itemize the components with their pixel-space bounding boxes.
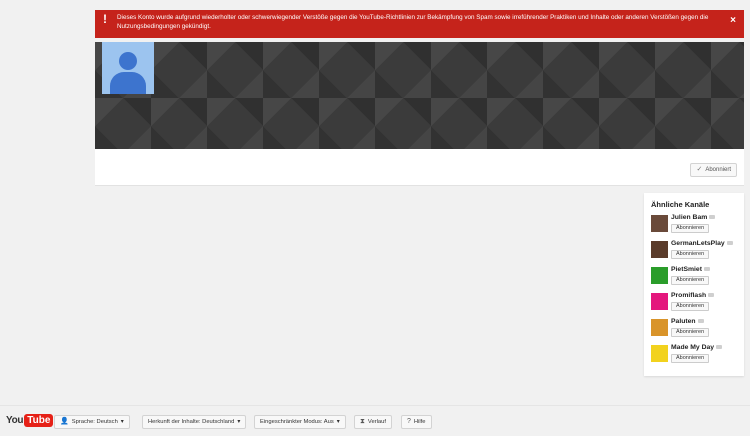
channel-thumb[interactable] (651, 319, 668, 336)
channel-thumb[interactable] (651, 345, 668, 362)
channel-thumb[interactable] (651, 241, 668, 258)
small-info-icon (703, 267, 710, 272)
language-button[interactable]: 👤 Sprache: Deutsch ▾ (54, 415, 130, 429)
channel-banner (95, 42, 744, 149)
related-item: PietSmiet Abonnieren (651, 265, 737, 291)
subscribed-label: Abonniert (705, 167, 731, 173)
subscribe-button[interactable]: Abonnieren (671, 276, 710, 285)
subscribe-button[interactable]: Abonnieren (671, 224, 710, 233)
channel-name[interactable]: Made My Day (671, 344, 723, 351)
chevron-down-icon: ▾ (336, 419, 340, 425)
avatar-head (119, 52, 137, 70)
youtube-logo[interactable]: You Tube (6, 414, 54, 427)
channel-name[interactable]: GermanLetsPlay (671, 240, 733, 247)
help-button[interactable]: ? Hilfe (401, 415, 432, 429)
channel-avatar[interactable] (102, 42, 154, 94)
channel-name[interactable]: Julien Bam (671, 214, 716, 221)
alert-message: Dieses Konto wurde aufgrund wiederholter… (117, 14, 709, 30)
related-item: GermanLetsPlay Abonnieren (651, 239, 737, 265)
small-info-icon (709, 215, 716, 220)
small-info-icon (708, 293, 715, 298)
channel-name[interactable]: Promiflash (671, 292, 715, 299)
subscribed-button[interactable]: ✓ Abonniert (690, 163, 737, 177)
related-item: Paluten Abonnieren (651, 317, 737, 343)
exclamation-icon: ! (103, 12, 107, 26)
subscribe-button[interactable]: Abonnieren (671, 354, 710, 363)
termination-alert: ! Dieses Konto wurde aufgrund wiederholt… (95, 10, 744, 38)
chevron-down-icon: ▾ (120, 419, 124, 425)
restricted-mode-button[interactable]: Eingeschränkter Modus: Aus ▾ (254, 415, 346, 429)
subscribe-button[interactable]: Abonnieren (671, 250, 710, 259)
channel-thumb[interactable] (651, 267, 668, 284)
small-info-icon (716, 345, 723, 350)
chevron-down-icon: ▾ (237, 419, 241, 425)
channel-thumb[interactable] (651, 215, 668, 232)
history-button[interactable]: ⧗ Verlauf (354, 415, 392, 429)
related-item: Promiflash Abonnieren (651, 291, 737, 317)
small-info-icon (726, 241, 733, 246)
related-channels: Ähnliche Kanäle Julien Bam Abonnieren Ge… (644, 193, 744, 376)
channel-name[interactable]: Paluten (671, 318, 704, 325)
related-item: Julien Bam Abonnieren (651, 213, 737, 239)
location-button[interactable]: Herkunft der Inhalte: Deutschland ▾ (142, 415, 247, 429)
avatar-body (110, 72, 146, 94)
channel-name[interactable]: PietSmiet (671, 266, 710, 273)
subscribe-button[interactable]: Abonnieren (671, 328, 710, 337)
language-icon: 👤 (60, 418, 69, 425)
close-icon[interactable]: × (730, 16, 736, 26)
channel-thumb[interactable] (651, 293, 668, 310)
small-info-icon (697, 319, 704, 324)
related-title: Ähnliche Kanäle (651, 200, 710, 209)
related-item: Made My Day Abonnieren (651, 343, 737, 369)
check-icon: ✓ (696, 166, 703, 173)
help-icon: ? (407, 418, 411, 425)
hourglass-icon: ⧗ (360, 418, 365, 425)
subscribe-button[interactable]: Abonnieren (671, 302, 710, 311)
channel-header: ✓ Abonniert (95, 42, 744, 186)
